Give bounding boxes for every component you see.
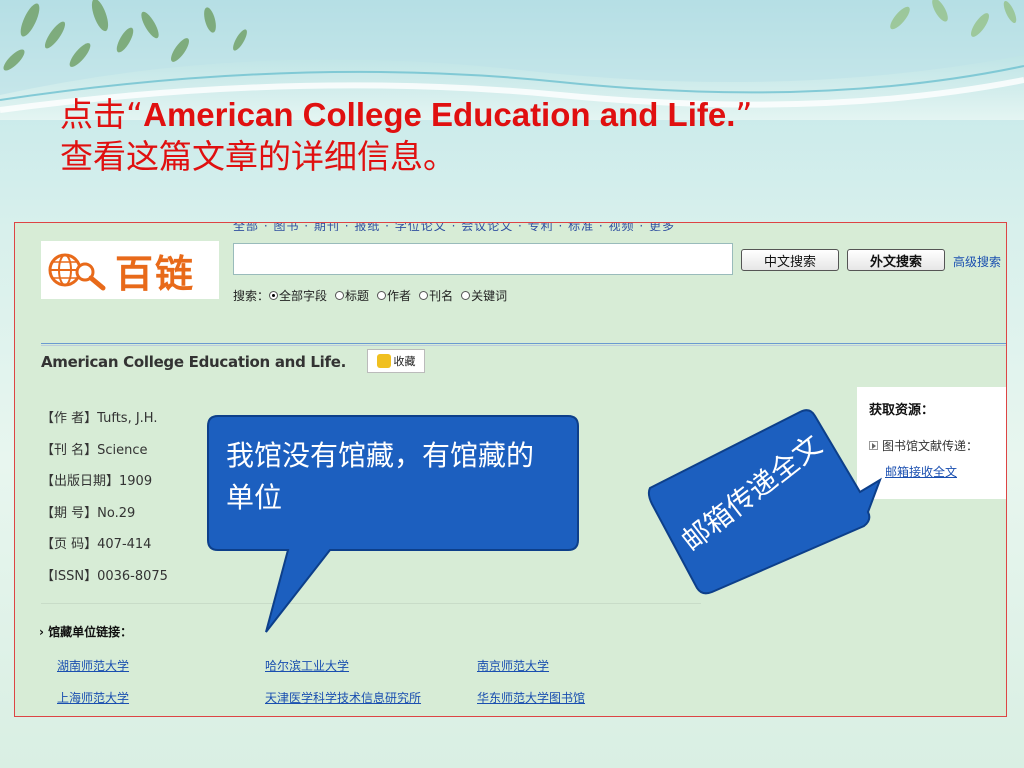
radio-icon[interactable] (377, 291, 387, 300)
meta-issue: 【期 号】No.29 (41, 505, 136, 521)
chevron-right-icon: › (39, 625, 49, 639)
scope-option-keyword[interactable]: 关键词 (461, 287, 507, 304)
scope-option-all[interactable]: 全部字段 (269, 287, 327, 304)
radio-selected-icon[interactable] (269, 291, 279, 300)
logo: 百链 (41, 241, 219, 299)
bookmark-icon (376, 354, 391, 368)
title-prefix: 点击 (60, 95, 126, 134)
document-delivery-label: 图书馆文献传递： (869, 437, 978, 454)
slide-title: 点击“American College Education and Life.”… (60, 94, 1010, 178)
title-article-name: American College Education and Life. (143, 96, 736, 133)
scope-option-title[interactable]: 标题 (335, 287, 369, 304)
top-nav-strip[interactable]: 全部 · 图书 · 期刊 · 报纸 · 学位论文 · 会议论文 · 专利 · 标… (233, 223, 1006, 231)
divider (41, 603, 701, 604)
get-resource-panel: 获取资源： 图书馆文献传递： 邮箱接收全文 (857, 387, 1006, 499)
foreign-search-button[interactable]: 外文搜索 (847, 249, 945, 271)
title-line2: 查看这篇文章的详细信息。 (60, 137, 456, 176)
meta-journal: 【刊 名】Science (41, 442, 148, 458)
callout-no-holdings-text: 我馆没有馆藏，有馆藏的单位 (226, 439, 535, 514)
divider (41, 343, 1006, 344)
meta-pub-date: 【出版日期】1909 (41, 474, 153, 489)
article-metadata: 【作 者】Tufts, J.H. 【刊 名】Science 【出版日期】1909… (41, 407, 168, 596)
holding-library-link[interactable]: 南京师范大学 (477, 657, 549, 674)
divider (41, 345, 1006, 346)
holding-library-link[interactable]: 天津医学科学技术信息研究所 (265, 689, 421, 706)
radio-icon[interactable] (335, 291, 345, 300)
scope-option-journal[interactable]: 刊名 (419, 287, 453, 304)
holding-library-link[interactable]: 华东师范大学图书馆 (477, 689, 585, 706)
get-resource-title: 获取资源： (869, 403, 935, 418)
holding-library-link[interactable]: 上海师范大学 (57, 689, 129, 706)
radio-icon[interactable] (461, 291, 471, 300)
email-fulltext-link[interactable]: 邮箱接收全文 (885, 463, 957, 480)
scope-label: 搜索： (233, 289, 270, 303)
favorite-button[interactable]: 收藏 (367, 349, 425, 373)
title-close-quote: ” (735, 95, 753, 134)
search-scope: 搜索： 全部字段 标题 作者 刊名 关键词 (233, 287, 515, 304)
logo-text: 百链 (115, 251, 196, 296)
advanced-search-link[interactable]: 高级搜索 (953, 253, 1001, 270)
search-input[interactable] (233, 243, 733, 275)
title-open-quote: “ (126, 95, 144, 134)
article-title: American College Education and Life. (41, 353, 347, 371)
scope-option-author[interactable]: 作者 (377, 287, 411, 304)
holdings-heading: › 馆藏单位链接： (39, 625, 133, 639)
holding-library-link[interactable]: 湖南师范大学 (57, 657, 129, 674)
meta-pages: 【页 码】407-414 (41, 537, 152, 552)
meta-author: 【作 者】Tufts, J.H. (41, 411, 158, 426)
chinese-search-button[interactable]: 中文搜索 (741, 249, 839, 271)
holding-library-link[interactable]: 哈尔滨工业大学 (265, 657, 349, 674)
play-icon (869, 441, 878, 450)
meta-issn: 【ISSN】0036-8075 (41, 568, 168, 584)
globe-search-icon (48, 253, 106, 291)
radio-icon[interactable] (419, 291, 429, 300)
